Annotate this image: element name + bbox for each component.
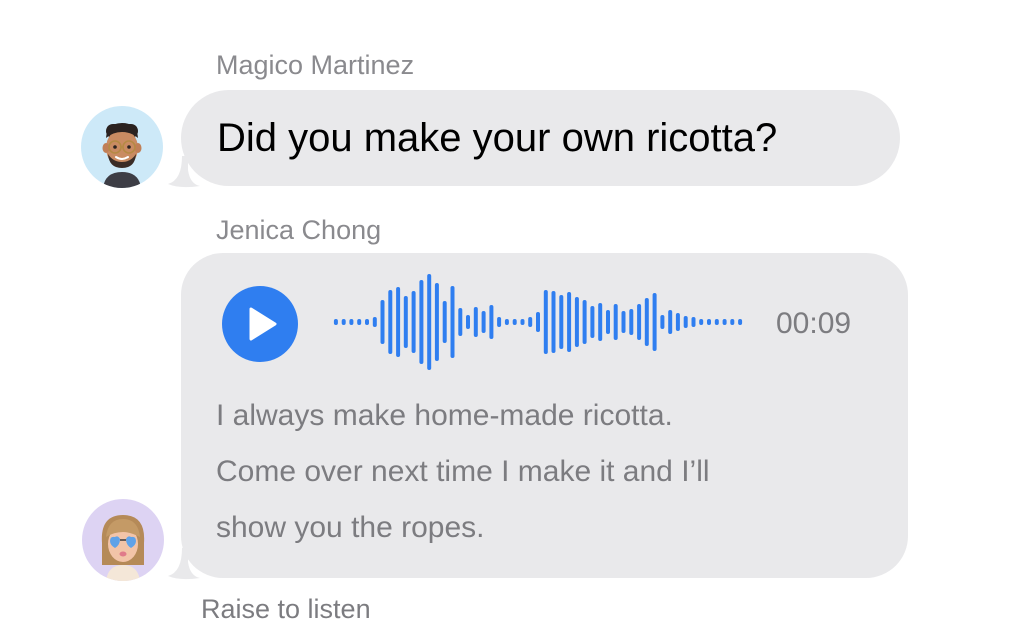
waveform-bar — [380, 300, 385, 344]
waveform-bar — [707, 319, 711, 325]
waveform-bar — [489, 305, 494, 339]
waveform-bar — [434, 283, 439, 361]
audio-transcript: I always make home-made ricotta. Come ov… — [216, 388, 876, 556]
waveform-bar — [637, 304, 642, 340]
waveform-bar — [714, 319, 719, 325]
waveform-bar — [567, 292, 572, 352]
memoji-woman-icon — [101, 515, 145, 581]
waveform-bar — [606, 310, 610, 334]
sender-name-magico: Magico Martinez — [216, 50, 415, 80]
waveform-bar — [722, 319, 727, 325]
audio-waveform[interactable] — [332, 270, 744, 374]
play-icon — [249, 307, 277, 341]
waveform-bar — [520, 319, 525, 325]
message-text: Did you make your own ricotta? — [217, 116, 778, 160]
raise-to-listen-hint: Raise to listen — [201, 594, 371, 624]
waveform-bar — [543, 290, 548, 354]
waveform-bar — [598, 303, 603, 341]
waveform-bar — [411, 291, 416, 353]
avatar-jenica-chong[interactable] — [82, 499, 164, 581]
waveform-bar — [388, 290, 393, 354]
waveform-bar — [536, 312, 540, 332]
waveform-bar — [504, 319, 509, 325]
waveform-bar — [396, 287, 401, 357]
waveform-bar — [403, 296, 408, 348]
waveform-bar — [365, 319, 369, 325]
waveform-bar — [699, 319, 704, 325]
waveform-bar — [683, 316, 688, 328]
sender-name-jenica: Jenica Chong — [216, 215, 382, 245]
waveform-bar — [357, 319, 362, 325]
waveform-bar — [427, 274, 432, 370]
waveform-bar — [442, 301, 447, 343]
waveform-bar — [675, 313, 680, 331]
avatar-magico-martinez[interactable] — [81, 106, 163, 188]
waveform-bar — [590, 306, 595, 338]
waveform-bar — [481, 311, 486, 333]
waveform-bar — [621, 311, 626, 333]
waveform-bar — [613, 304, 618, 340]
waveform-bar — [629, 309, 634, 335]
waveform-bar — [652, 293, 657, 351]
waveform-bar — [458, 308, 463, 336]
waveform-bar — [419, 280, 424, 364]
waveform-bar — [738, 319, 743, 325]
waveform-bar — [466, 315, 470, 329]
waveform-bar — [582, 300, 587, 344]
waveform-bar — [512, 319, 517, 325]
waveform-bar — [574, 297, 579, 347]
waveform-bar — [349, 319, 354, 325]
transcript-line-1: I always make home-made ricotta. — [216, 399, 673, 432]
play-button[interactable] — [222, 286, 298, 362]
waveform-bar — [497, 317, 502, 327]
waveform-bar — [372, 317, 377, 327]
waveform-bar — [341, 319, 346, 325]
waveform-bar — [730, 319, 735, 325]
memoji-man-icon — [102, 123, 142, 188]
waveform-bar — [691, 317, 696, 327]
waveform-bar — [450, 286, 455, 358]
waveform-bar — [528, 317, 533, 327]
waveform-bar — [660, 315, 665, 329]
waveform-bar — [333, 319, 338, 325]
waveform-bar — [559, 295, 564, 349]
waveform-bar — [473, 307, 478, 337]
transcript-line-3: show you the ropes. — [216, 511, 485, 544]
waveform-bar — [668, 310, 673, 334]
waveform-bar — [551, 291, 556, 353]
waveform-bar — [644, 298, 649, 346]
audio-duration: 00:09 — [776, 307, 852, 340]
transcript-line-2: Come over next time I make it and I’ll — [216, 455, 710, 488]
